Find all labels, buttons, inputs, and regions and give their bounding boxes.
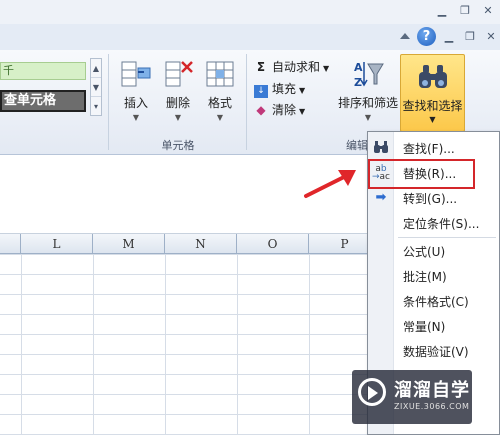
menu-item-data-validation[interactable]: 数据验证(V) [368,339,500,363]
cells-group-label: 单元格 [161,139,195,152]
group-separator [246,54,247,150]
insert-button[interactable]: 插入 ▼ [118,58,154,122]
style-good-cell[interactable]: 千 [0,62,86,80]
menu-item-formulas[interactable]: 公式(U) [368,239,500,263]
column-header-n[interactable]: N [165,234,237,254]
format-cells-icon [204,58,236,90]
red-arrow-icon [304,170,356,198]
style-check-cell[interactable]: 查单元格 [0,90,86,112]
fill-down-icon: ↓ [254,85,268,98]
chevron-down-icon: ▼ [364,113,372,122]
menu-item-conditional-formatting[interactable]: 条件格式(C) [368,289,500,313]
sigma-icon: Σ [256,60,266,74]
delete-cells-icon [162,58,194,90]
chevron-down-icon: ▼ [323,64,330,73]
group-separator [108,54,109,150]
menu-item-label: 批注(M) [403,270,447,284]
sort-filter-button[interactable]: A Z 排序和筛选 ▼ [337,58,399,122]
menu-item-label: 查找(F)... [403,142,455,156]
fill-label: 填充 [272,82,297,96]
styles-gallery-scroll[interactable]: ▲ ▼ ▾ [90,58,102,116]
sort-filter-label: 排序和筛选 [337,96,398,110]
format-label: 格式 [207,96,232,110]
menu-item-label: 定位条件(S)... [403,217,480,231]
menu-item-goto[interactable]: ➡ 转到(G)... [368,186,500,210]
autosum-label: 自动求和 [272,60,321,74]
binoculars-icon [372,140,390,156]
column-header-l[interactable]: L [21,234,93,254]
column-header-m[interactable]: M [93,234,165,254]
menu-item-comments[interactable]: 批注(M) [368,264,500,288]
chevron-down-icon: ▼ [299,86,306,95]
close-icon[interactable]: ✕ [480,4,496,18]
chevron-down-icon: ▼ [216,113,224,122]
delete-label: 删除 [165,96,190,110]
clear-button[interactable]: ◆ 清除 ▼ [254,101,305,118]
find-select-button[interactable]: 查找和选择 ▼ [400,54,465,132]
sort-filter-icon: A Z [352,58,384,90]
replace-highlight-box [368,159,475,189]
window-title-strip: ▁ ❐ ✕ [0,0,500,24]
arrow-icon: ➡ [375,190,387,205]
insert-cells-icon [120,58,152,90]
menu-item-label: 公式(U) [403,245,446,259]
menu-separator [398,237,496,238]
menu-item-label: 常量(N) [403,320,446,334]
menu-item-constants[interactable]: 常量(N) [368,314,500,338]
binoculars-icon [417,61,449,96]
column-header-o[interactable]: O [237,234,309,254]
play-triangle-icon [368,386,378,400]
menu-item-label: 转到(G)... [403,192,458,206]
clear-label: 清除 [272,103,297,117]
format-button[interactable]: 格式 ▼ [202,58,238,122]
restore-workbook-icon[interactable]: ❐ [462,30,478,44]
eraser-icon: ◆ [256,103,266,117]
watermark-url: ZIXUE.3066.COM [394,402,470,411]
menu-item-find[interactable]: 查找(F)... [368,136,500,160]
insert-label: 插入 [123,96,148,110]
scroll-down-icon[interactable]: ▼ [91,78,101,97]
watermark: 溜溜自学 ZIXUE.3066.COM [352,370,472,424]
collapse-ribbon-icon[interactable] [400,33,410,39]
chevron-down-icon: ▼ [174,113,182,122]
find-select-label: 查找和选择 [402,99,463,113]
chevron-down-icon: ▼ [132,113,140,122]
watermark-title: 溜溜自学 [394,380,470,401]
fill-button[interactable]: ↓ 填充 ▼ [254,80,305,98]
restore-icon[interactable]: ❐ [457,4,473,18]
menu-item-label: 条件格式(C) [403,295,469,309]
delete-button[interactable]: 删除 ▼ [160,58,196,122]
svg-text:Z: Z [354,76,362,89]
help-icon[interactable]: ? [417,27,436,46]
menu-item-label: 数据验证(V) [403,345,469,359]
gallery-more-icon[interactable]: ▾ [91,97,101,116]
chevron-down-icon: ▼ [299,107,306,116]
minimize-icon[interactable]: ▁ [434,4,450,18]
menu-item-goto-special[interactable]: 定位条件(S)... [368,211,500,235]
svg-text:A: A [354,61,363,74]
autosum-button[interactable]: Σ 自动求和 ▼ [254,58,329,75]
close-workbook-icon[interactable]: ✕ [483,30,499,44]
column-header-partial[interactable] [0,234,21,254]
scroll-up-icon[interactable]: ▲ [91,59,101,78]
chevron-down-icon: ▼ [429,115,436,124]
minimize-workbook-icon[interactable]: ▁ [441,30,457,44]
